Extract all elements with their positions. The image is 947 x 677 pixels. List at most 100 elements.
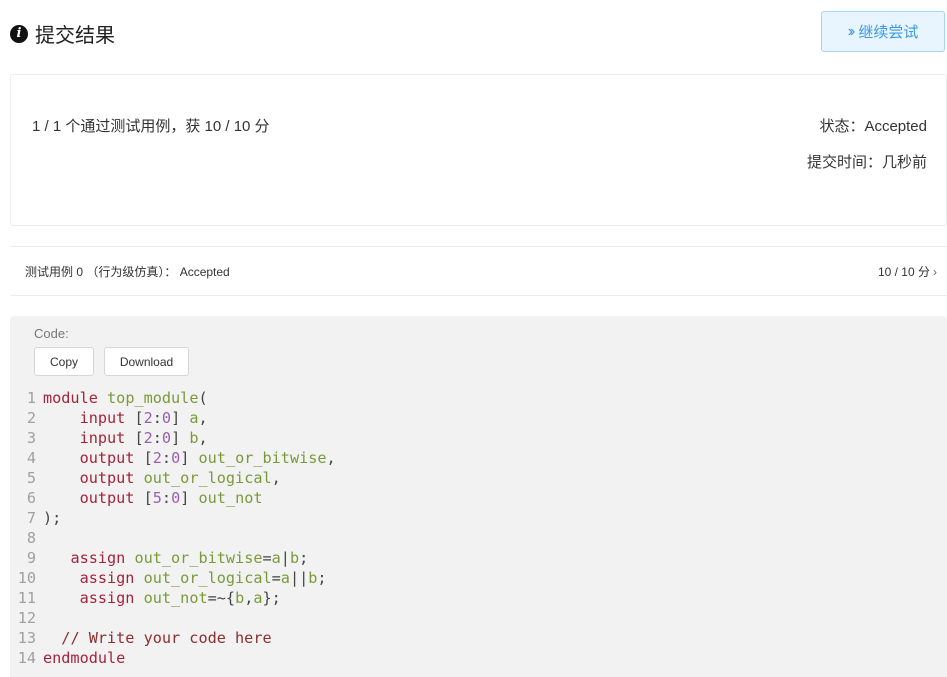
code-token: assign <box>70 549 126 567</box>
code-token: out_or_bitwise <box>134 549 263 567</box>
testcase-score-group: 10 / 10 分 › <box>878 263 937 280</box>
code-token: [ <box>125 429 144 447</box>
code-token: : <box>161 489 172 507</box>
line-number: 5 <box>26 469 36 487</box>
code-caption: Code: <box>34 326 69 341</box>
code-token: out_or_bitwise <box>198 449 327 467</box>
code-token: = <box>271 569 281 587</box>
code-line: 6 output [5:0] out_not <box>10 488 947 508</box>
code-token: ; <box>317 569 327 587</box>
testcase-status: Accepted <box>179 265 230 279</box>
line-number: 4 <box>26 449 36 467</box>
code-line: 9 assign out_or_bitwise=a|b; <box>10 548 947 568</box>
code-token: out_or_logical <box>143 569 272 587</box>
line-number: 1 <box>26 389 36 407</box>
code-token: 5 <box>152 489 162 507</box>
line-content: ); <box>43 508 61 528</box>
code-token: , <box>244 589 254 607</box>
status-line: 状态：Accepted <box>819 115 927 136</box>
copy-button[interactable]: Copy <box>34 347 94 376</box>
submit-time-value: 几秒前 <box>881 154 927 171</box>
submit-time-line: 提交时间：几秒前 <box>807 151 927 172</box>
code-token: 0 <box>171 449 181 467</box>
info-icon: i <box>10 24 28 43</box>
code-token: = <box>262 549 272 567</box>
code-view[interactable]: 1 module top_module(2 input [2:0] a, 3 inp… <box>10 388 947 668</box>
code-token: ( <box>198 389 208 407</box>
code-token: || <box>289 569 309 587</box>
code-line: 2 input [2:0] a, <box>10 408 947 428</box>
code-line: 12 <box>10 608 947 628</box>
code-token: [ <box>125 409 144 427</box>
line-number: 9 <box>26 549 36 567</box>
testcase-label: 测试用例 0 （行为级仿真）： <box>25 265 177 279</box>
code-line: 8 <box>10 528 947 548</box>
code-token: =~{ <box>207 589 236 607</box>
line-number: 13 <box>17 629 36 647</box>
status-label: 状态： <box>819 118 865 135</box>
code-token: out_not <box>143 589 208 607</box>
line-content: assign out_or_bitwise=a|b; <box>43 548 308 568</box>
code-token: [ <box>134 489 153 507</box>
line-number: 12 <box>17 609 36 627</box>
code-token: [ <box>134 449 153 467</box>
code-token: , <box>271 469 281 487</box>
code-token: // Write your code here <box>61 629 272 647</box>
code-token: a <box>280 569 290 587</box>
code-token: : <box>161 449 172 467</box>
code-line: 5 output out_or_logical, <box>10 468 947 488</box>
code-line: 13 // Write your code here <box>10 628 947 648</box>
code-token: out_or_logical <box>143 469 272 487</box>
line-number: 10 <box>17 569 36 587</box>
code-token: 0 <box>161 429 172 447</box>
line-number: 2 <box>26 409 36 427</box>
code-token: : <box>152 409 162 427</box>
testcase-row[interactable]: 测试用例 0 （行为级仿真）： Accepted 10 / 10 分 › <box>10 246 947 296</box>
download-button[interactable]: Download <box>104 347 189 376</box>
code-token: a <box>189 409 199 427</box>
result-summary-card: 1 / 1 个通过测试用例，获 10 / 10 分 状态：Accepted 提交… <box>10 74 947 226</box>
code-token: ] <box>180 449 199 467</box>
line-number: 8 <box>26 529 36 547</box>
code-token: endmodule <box>43 649 126 667</box>
code-token: 2 <box>143 429 153 447</box>
code-token: 0 <box>161 409 172 427</box>
code-line: 11 assign out_not=~{b,a}; <box>10 588 947 608</box>
submit-time-label: 提交时间： <box>806 154 882 171</box>
code-token: input <box>79 429 126 447</box>
code-line: 10 assign out_or_logical=a||b; <box>10 568 947 588</box>
line-number: 3 <box>26 429 36 447</box>
line-content: assign out_or_logical=a||b; <box>43 568 327 588</box>
code-token: output <box>79 489 135 507</box>
code-token: 2 <box>152 449 162 467</box>
continue-trying-button[interactable]: ›› 继续尝试 <box>821 11 945 52</box>
line-number: 7 <box>26 509 36 527</box>
line-content: // Write your code here <box>43 628 272 648</box>
line-content: endmodule <box>43 648 125 668</box>
code-token: ] <box>171 409 190 427</box>
code-token: output <box>79 469 135 487</box>
page-header: i 提交结果 <box>10 19 115 48</box>
code-line: 4 output [2:0] out_or_bitwise, <box>10 448 947 468</box>
status-value: Accepted <box>864 118 927 135</box>
code-token: assign <box>79 589 135 607</box>
page-title: 提交结果 <box>35 25 115 47</box>
code-line: 7); <box>10 508 947 528</box>
line-content: assign out_not=~{b,a}; <box>43 588 281 608</box>
line-content: output out_or_logical, <box>43 468 281 488</box>
line-number: 6 <box>26 489 36 507</box>
code-line: 1 module top_module( <box>10 388 947 408</box>
code-token: ] <box>171 429 190 447</box>
continue-trying-label: 继续尝试 <box>858 24 919 41</box>
line-content: output [2:0] out_or_bitwise, <box>43 448 336 468</box>
line-number: 14 <box>17 649 36 667</box>
line-content: input [2:0] b, <box>43 428 208 448</box>
